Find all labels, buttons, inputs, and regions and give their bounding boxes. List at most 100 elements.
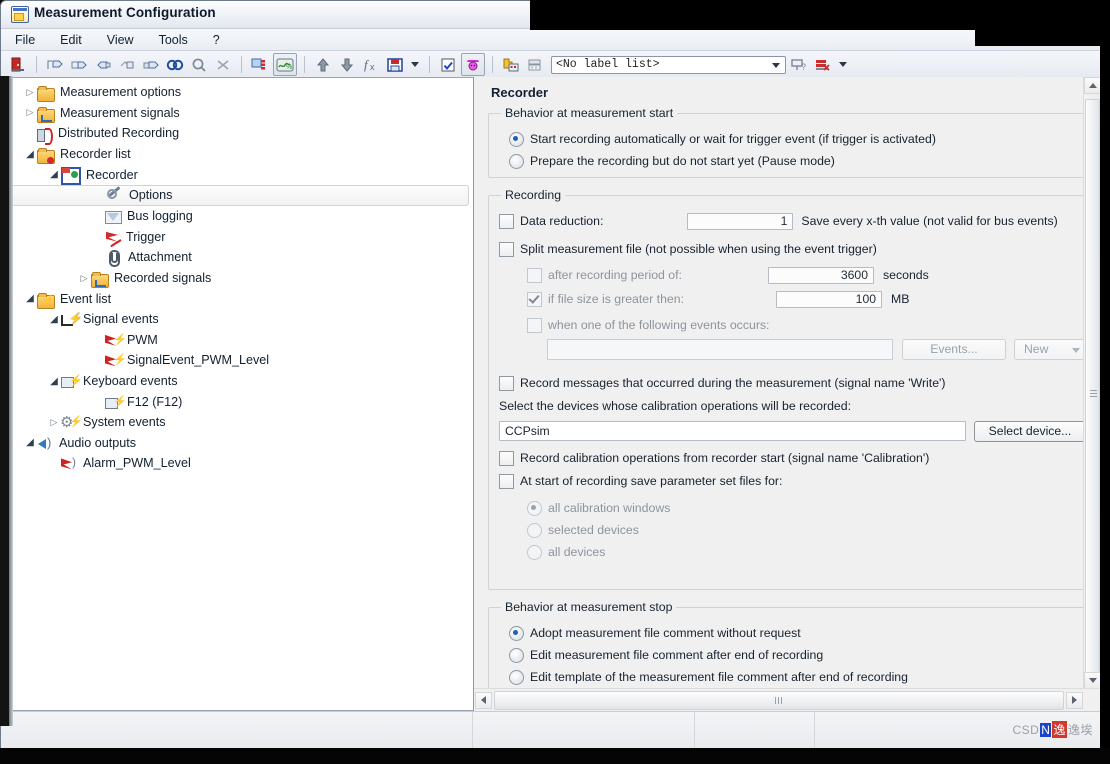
twisty-closed-icon[interactable] [77, 273, 91, 284]
record-calibration-checkbox[interactable] [499, 450, 514, 466]
database-icon[interactable] [249, 54, 271, 75]
tree-item-signalevent-pwm-level[interactable]: SignalEvent_PWM_Level [1, 350, 473, 371]
tree-item-recorder-list[interactable]: Recorder list [1, 144, 473, 165]
add-label-icon[interactable] [500, 54, 522, 75]
new-dropdown-button[interactable]: New [1014, 338, 1088, 360]
zoom-icon[interactable] [188, 54, 210, 75]
tree-item-distributed-recording[interactable]: Distributed Recording [1, 123, 473, 145]
radio-all-calibration-windows[interactable] [527, 500, 542, 516]
vertical-scroll-thumb[interactable] [1085, 99, 1100, 689]
save-param-sets-row: At start of recording save parameter set… [499, 470, 1088, 492]
events-occur-checkbox[interactable] [527, 317, 542, 333]
clear-icon[interactable] [212, 54, 234, 75]
tree-item-measurement-options[interactable]: Measurement options [1, 82, 473, 103]
find-icon[interactable] [164, 54, 186, 75]
import-config-icon[interactable] [44, 54, 66, 75]
configuration-tree[interactable]: Measurement options Measurement signals … [1, 77, 473, 711]
label-dropdown-icon[interactable] [839, 62, 847, 67]
file-size-input[interactable]: 100 [776, 290, 883, 308]
after-period-checkbox[interactable] [527, 267, 542, 283]
radio-start-automatically-row[interactable]: Start recording automatically or wait fo… [499, 128, 1076, 150]
tree-item-alarm-pwm-level[interactable]: Alarm_PWM_Level [1, 453, 473, 474]
scroll-right-button[interactable] [1066, 691, 1083, 709]
remove-label-icon[interactable] [524, 54, 546, 75]
tree-item-system-events[interactable]: System events [1, 412, 473, 433]
panel-horizontal-scrollbar[interactable] [474, 688, 1101, 711]
select-device-button[interactable]: Select device... [974, 420, 1086, 442]
save-param-sets-checkbox[interactable] [499, 473, 514, 489]
tree-item-signal-events[interactable]: Signal events [1, 309, 473, 330]
tree-item-bus-logging[interactable]: Bus logging [1, 206, 473, 227]
desktop-bleed-top-right [975, 0, 1110, 46]
radio-edit-template[interactable] [509, 669, 524, 685]
move-up-icon[interactable] [312, 54, 334, 75]
menu-item-tools[interactable]: Tools [157, 31, 200, 49]
menu-item-view[interactable]: View [105, 31, 146, 49]
tree-item-keyboard-events[interactable]: Keyboard events [1, 371, 473, 392]
chevron-down-icon[interactable] [772, 62, 780, 68]
tree-item-audio-outputs[interactable]: Audio outputs [1, 433, 473, 454]
scroll-up-button[interactable] [1084, 77, 1101, 94]
events-button[interactable]: Events... [902, 338, 1006, 360]
data-reduction-input[interactable]: 1 [687, 212, 794, 230]
devices-input[interactable]: CCPsim [499, 421, 966, 441]
events-field[interactable] [547, 338, 893, 360]
exit-icon[interactable] [7, 54, 29, 75]
radio-pause-mode[interactable] [509, 153, 524, 169]
scroll-down-button[interactable] [1084, 672, 1101, 689]
tree-item-pwm[interactable]: PWM [1, 330, 473, 351]
twisty-open-icon[interactable] [47, 314, 61, 325]
move-down-icon[interactable] [336, 54, 358, 75]
export-config-icon[interactable] [68, 54, 90, 75]
label-link-icon[interactable]: ? [788, 54, 810, 75]
twisty-open-icon[interactable] [23, 149, 37, 160]
tree-item-options[interactable]: Options [5, 184, 469, 206]
radio-edit-comment-row[interactable]: Edit measurement file comment after end … [499, 644, 1076, 666]
radio-adopt-comment[interactable] [509, 625, 524, 641]
tree-item-recorded-signals[interactable]: Recorded signals [1, 268, 473, 289]
status-cell-3 [695, 712, 815, 749]
save-dropdown-icon[interactable] [411, 62, 419, 67]
tree-item-attachment[interactable]: Attachment [1, 247, 473, 268]
data-reduction-checkbox[interactable] [499, 213, 514, 229]
tree-item-recorder[interactable]: Recorder [1, 164, 473, 185]
back-link-icon[interactable] [92, 54, 114, 75]
menu-item-edit[interactable]: Edit [58, 31, 94, 49]
twisty-closed-icon[interactable] [23, 107, 37, 118]
menu-item-file[interactable]: File [13, 31, 47, 49]
radio-pause-mode-row[interactable]: Prepare the recording but do not start y… [499, 150, 1076, 172]
record-messages-checkbox[interactable] [499, 375, 514, 391]
measurement-icon[interactable]: % [273, 53, 297, 76]
radio-all-devices[interactable] [527, 544, 542, 560]
twisty-open-icon[interactable] [23, 437, 37, 448]
home-link-icon[interactable] [116, 54, 138, 75]
twisty-open-icon[interactable] [47, 376, 61, 387]
radio-adopt-comment-row[interactable]: Adopt measurement file comment without r… [499, 622, 1076, 644]
twisty-closed-icon[interactable] [23, 87, 37, 98]
user-icon[interactable] [461, 53, 485, 76]
tree-item-measurement-signals[interactable]: Measurement signals [1, 103, 473, 124]
file-size-checkbox[interactable] [527, 291, 542, 307]
function-icon[interactable]: fx [360, 54, 382, 75]
twisty-closed-icon[interactable] [47, 417, 61, 428]
tree-item-event-list[interactable]: Event list [1, 288, 473, 309]
check-icon[interactable] [437, 54, 459, 75]
save-icon[interactable] [384, 54, 406, 75]
tree-item-trigger[interactable]: Trigger [1, 227, 473, 248]
tree-item-f12[interactable]: F12 (F12) [1, 391, 473, 412]
radio-selected-devices[interactable] [527, 522, 542, 538]
twisty-open-icon[interactable] [23, 293, 37, 304]
horizontal-scroll-thumb[interactable] [494, 690, 1064, 710]
radio-edit-template-row[interactable]: Edit template of the measurement file co… [499, 666, 1076, 688]
split-file-checkbox[interactable] [499, 241, 514, 257]
twisty-open-icon[interactable] [47, 169, 61, 180]
radio-start-automatically[interactable] [509, 131, 524, 147]
label-list-combo[interactable]: <No label list> [551, 55, 786, 74]
forward-link-icon[interactable] [140, 54, 162, 75]
scroll-left-button[interactable] [475, 691, 492, 709]
menu-item-help[interactable]: ? [211, 31, 232, 49]
after-period-input[interactable]: 3600 [767, 266, 874, 284]
panel-vertical-scrollbar[interactable] [1083, 77, 1101, 689]
label-remove-icon[interactable] [812, 54, 834, 75]
radio-edit-comment[interactable] [509, 647, 524, 663]
